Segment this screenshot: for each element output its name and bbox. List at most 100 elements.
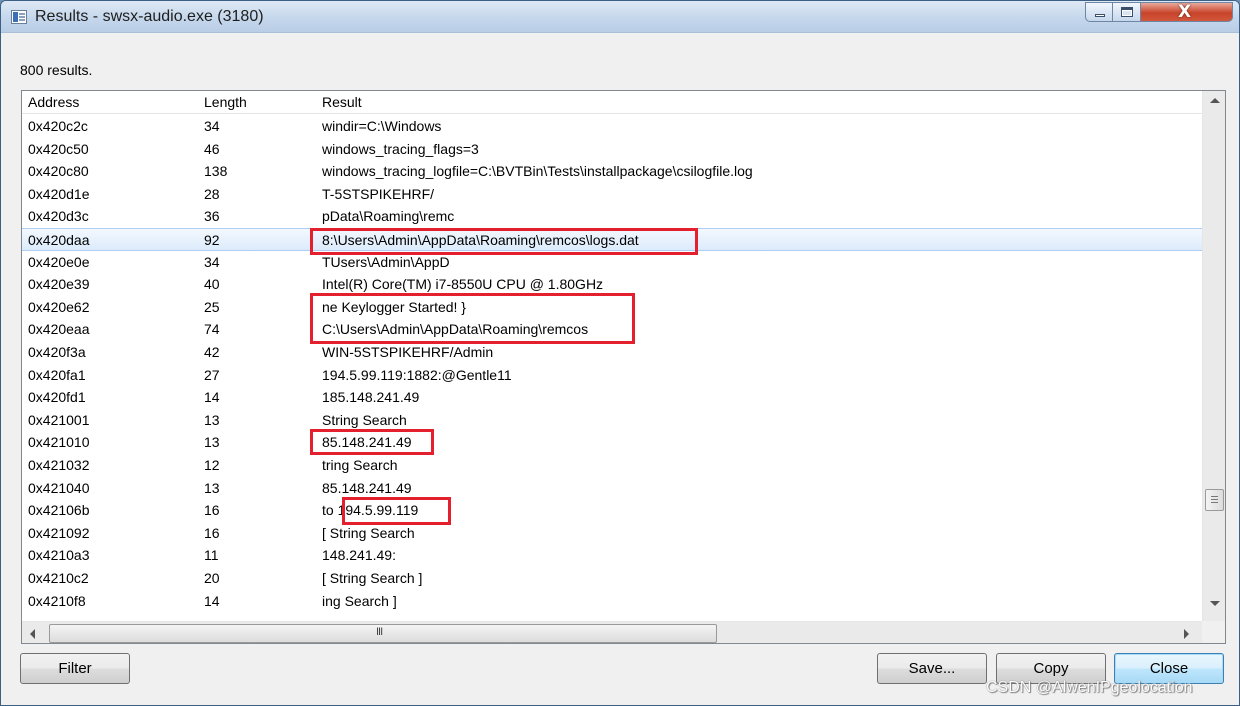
minimize-icon xyxy=(1095,14,1105,17)
cell-length: 16 xyxy=(204,502,220,519)
watermark-text: CSDN @AlwenIPgeolocation xyxy=(986,679,1193,696)
table-header: Address Length Result xyxy=(22,91,1203,114)
cell-address: 0x420e0e xyxy=(28,253,90,270)
table-row[interactable]: 0x42106b 16 to 194.5.99.119 xyxy=(22,499,1203,522)
table-row[interactable]: 0x421010 13 85.148.241.49 xyxy=(22,431,1203,454)
cell-length: 13 xyxy=(204,479,220,496)
cell-address: 0x4210a3 xyxy=(28,547,90,564)
table-row[interactable]: 0x420d1e 28 T-5STSPIKEHRF/ xyxy=(22,183,1203,206)
maximize-icon xyxy=(1121,7,1133,17)
cell-length: 74 xyxy=(204,321,220,338)
cell-length: 46 xyxy=(204,140,220,157)
vertical-scrollbar[interactable] xyxy=(1202,91,1225,621)
table-body: 0x420c2c 34 windir=C:\Windows 0x420c50 46 win… xyxy=(22,115,1203,621)
table-row[interactable]: 0x420f3a 42 WIN-5STSPIKEHRF/Admin xyxy=(22,341,1203,364)
cell-address: 0x420fd1 xyxy=(28,389,86,406)
highlight-box-ip-85 xyxy=(310,429,434,455)
cell-length: 14 xyxy=(204,592,220,609)
table-row[interactable]: 0x4210a3 11 148.241.49: xyxy=(22,544,1203,567)
results-table[interactable]: Address Length Result 0x420c2c 34 windir=C… xyxy=(21,90,1226,644)
table-row[interactable]: 0x420d3c 36 pData\Roaming\remc xyxy=(22,205,1203,228)
cell-length: 34 xyxy=(204,118,220,134)
cell-address: 0x420e39 xyxy=(28,276,90,293)
table-row[interactable]: 0x421040 13 85.148.241.49 xyxy=(22,477,1203,500)
scroll-left-arrow-icon[interactable] xyxy=(30,629,35,639)
cell-address: 0x421040 xyxy=(28,479,90,496)
table-row[interactable]: 0x421032 12 tring Search xyxy=(22,454,1203,477)
table-row[interactable]: 0x420c80 138 windows_tracing_logfile=C:\BV… xyxy=(22,160,1203,183)
cell-result: pData\Roaming\remc xyxy=(322,208,455,225)
table-row[interactable]: 0x420fd1 14 185.148.241.49 xyxy=(22,386,1203,409)
table-row[interactable]: 0x420fa1 27 194.5.99.119:1882:@Gentle11 xyxy=(22,364,1203,387)
cell-length: 11 xyxy=(204,547,219,564)
cell-result: [ String Search xyxy=(322,524,415,541)
cell-address: 0x4210f8 xyxy=(28,592,86,609)
minimize-button[interactable] xyxy=(1085,2,1113,22)
cell-length: 13 xyxy=(204,411,220,428)
table-row[interactable]: 0x4210c2 20 [ String Search ] xyxy=(22,567,1203,590)
cell-length: 28 xyxy=(204,185,220,202)
cell-address: 0x421010 xyxy=(28,434,90,451)
highlight-box-logs-dat xyxy=(310,228,698,255)
close-window-button[interactable]: X xyxy=(1141,2,1233,22)
vertical-scroll-thumb[interactable] xyxy=(1205,489,1224,511)
cell-address: 0x421092 xyxy=(28,524,90,541)
table-row[interactable]: 0x421092 16 [ String Search xyxy=(22,522,1203,545)
cell-result: windows_tracing_flags=3 xyxy=(322,140,479,157)
scroll-right-arrow-icon[interactable] xyxy=(1184,629,1189,639)
cell-address: 0x420eaa xyxy=(28,321,90,338)
cell-result: 194.5.99.119:1882:@Gentle11 xyxy=(322,366,512,383)
scrollbar-corner xyxy=(1202,621,1225,643)
table-row[interactable]: 0x4210f8 14 ing Search ] xyxy=(22,590,1203,613)
cell-address: 0x421032 xyxy=(28,457,90,473)
cell-length: 40 xyxy=(204,276,220,293)
cell-address: 0x421001 xyxy=(28,411,90,428)
horizontal-scrollbar[interactable]: III xyxy=(22,621,1203,643)
cell-address: 0x420c50 xyxy=(28,140,89,157)
cell-length: 138 xyxy=(204,163,228,180)
thumb-grip-icon: III xyxy=(376,626,383,638)
cell-result: 185.148.241.49 xyxy=(322,389,420,406)
cell-result: windows_tracing_logfile=C:\BVTBin\Tests\… xyxy=(322,163,753,180)
cell-result: ing Search ] xyxy=(322,592,397,609)
table-row[interactable]: 0x421001 13 String Search xyxy=(22,409,1203,432)
save-button[interactable]: Save... xyxy=(877,653,987,684)
cell-result: 148.241.49: xyxy=(322,547,396,564)
column-header-result[interactable]: Result xyxy=(322,94,362,110)
window-title: Results - swsx-audio.exe (3180) xyxy=(35,8,264,25)
table-row[interactable]: 0x420c50 46 windows_tracing_flags=3 xyxy=(22,138,1203,161)
cell-length: 20 xyxy=(204,570,220,586)
title-bar[interactable]: Results - swsx-audio.exe (3180) X xyxy=(1,1,1239,33)
table-row[interactable]: 0x420c2c 34 windir=C:\Windows xyxy=(22,115,1203,138)
cell-address: 0x42106b xyxy=(28,502,90,519)
cell-result: windir=C:\Windows xyxy=(322,118,442,134)
column-header-address[interactable]: Address xyxy=(28,94,79,110)
filter-button[interactable]: Filter xyxy=(20,653,130,684)
horizontal-scroll-thumb[interactable]: III xyxy=(49,624,717,643)
cell-address: 0x420daa xyxy=(28,232,90,248)
results-count: 800 results. xyxy=(20,62,93,78)
cell-length: 13 xyxy=(204,434,220,451)
highlight-box-ip-194 xyxy=(342,497,451,525)
cell-result: T-5STSPIKEHRF/ xyxy=(322,185,435,202)
cell-result: WIN-5STSPIKEHRF/Admin xyxy=(322,344,494,360)
cell-length: 12 xyxy=(204,457,220,473)
cell-address: 0x420f3a xyxy=(28,344,86,360)
column-header-length[interactable]: Length xyxy=(204,94,247,110)
cell-result: [ String Search ] xyxy=(322,570,423,586)
cell-result: Intel(R) Core(TM) i7-8550U CPU @ 1.80GHz xyxy=(322,276,604,293)
cell-address: 0x4210c2 xyxy=(28,570,89,586)
scroll-up-arrow-icon[interactable] xyxy=(1210,98,1220,103)
cell-length: 92 xyxy=(204,232,220,248)
cell-result: 85.148.241.49 xyxy=(322,479,412,496)
cell-length: 14 xyxy=(204,389,220,406)
window-app-icon[interactable] xyxy=(11,10,27,24)
cell-length: 27 xyxy=(204,366,220,383)
cell-address: 0x420d1e xyxy=(28,185,90,202)
cell-address: 0x420c2c xyxy=(28,118,88,134)
scroll-down-arrow-icon[interactable] xyxy=(1210,601,1220,606)
cell-result: tring Search xyxy=(322,457,398,473)
cell-length: 16 xyxy=(204,524,220,541)
maximize-button[interactable] xyxy=(1113,2,1141,22)
cell-length: 25 xyxy=(204,298,220,315)
